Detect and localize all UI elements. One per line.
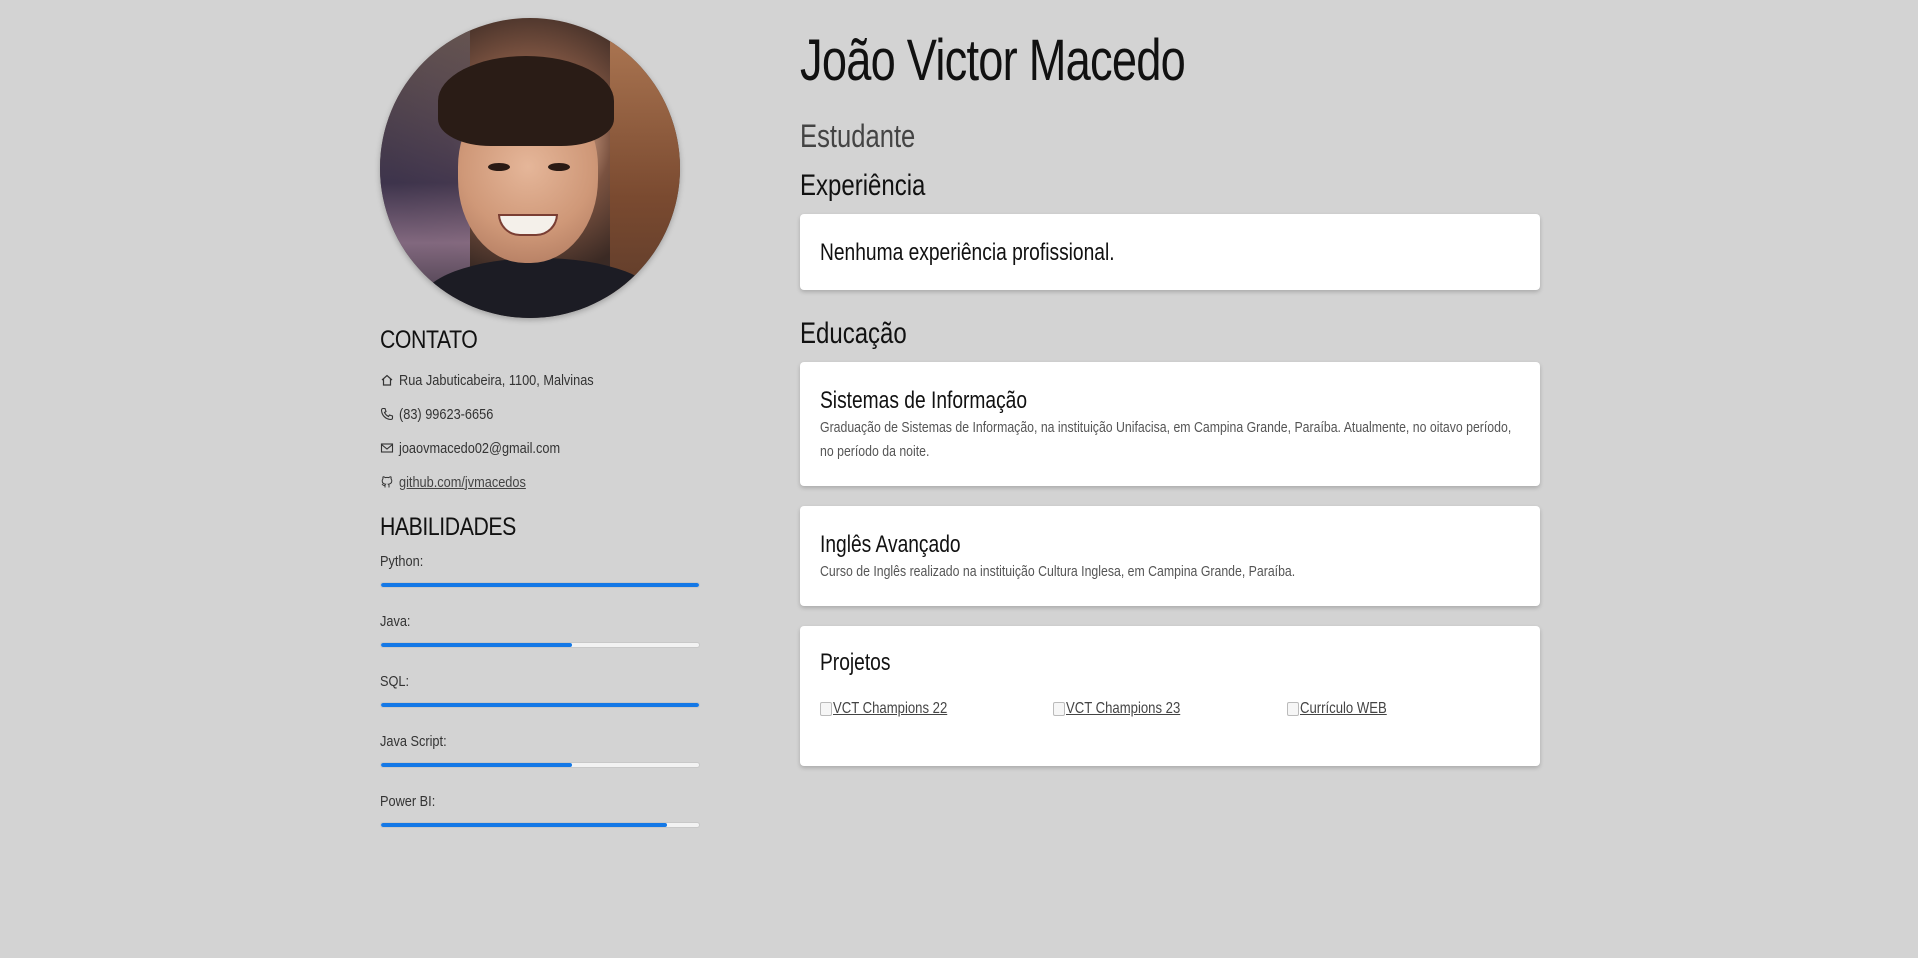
education-title: Educação — [800, 317, 907, 350]
projects-title: Projetos — [820, 649, 891, 676]
skills-list: Python: Java: SQL: Java Script: Power BI: — [380, 550, 700, 828]
contact-title: CONTATO — [380, 326, 478, 354]
skill-item: SQL: — [380, 670, 700, 708]
broken-image-icon — [820, 702, 832, 716]
skill-progress-bar — [380, 762, 700, 768]
experience-title: Experiência — [800, 169, 926, 202]
experience-card: Nenhuma experiência profissional. — [800, 214, 1540, 290]
email-text: joaovmacedo02@gmail.com — [399, 439, 561, 457]
projects-card: Projetos VCT Champions 22 VCT Champions … — [800, 626, 1540, 766]
resume-page: CONTATO Rua Jabuticabeira, 1100, Malvina… — [0, 0, 1918, 958]
skill-progress-bar — [380, 642, 700, 648]
skill-label: Python: — [380, 553, 424, 570]
skill-progress-bar — [380, 822, 700, 828]
profile-name: João Victor Macedo — [800, 28, 1186, 93]
phone-icon — [380, 407, 394, 421]
education-card-2: Inglês Avançado Curso de Inglês realizad… — [800, 506, 1540, 606]
contact-address: Rua Jabuticabeira, 1100, Malvinas — [380, 363, 700, 397]
skills-title: HABILIDADES — [380, 513, 516, 541]
skill-item: Python: — [380, 550, 700, 588]
project-link[interactable]: VCT Champions 23 — [1053, 700, 1286, 718]
skill-progress-bar — [380, 582, 700, 588]
github-icon — [380, 475, 394, 489]
project-link[interactable]: VCT Champions 22 — [820, 700, 1053, 718]
education-item-description: Curso de Inglês realizado na instituição… — [820, 563, 1296, 580]
address-text: Rua Jabuticabeira, 1100, Malvinas — [399, 371, 594, 389]
skill-label: Power BI: — [380, 793, 436, 810]
experience-text: Nenhuma experiência profissional. — [820, 239, 1115, 266]
education-item-title: Inglês Avançado — [820, 531, 961, 558]
skill-label: SQL: — [380, 673, 410, 690]
skill-progress-fill — [381, 583, 699, 587]
skill-progress-fill — [381, 763, 572, 767]
broken-image-icon — [1286, 702, 1299, 716]
phone-text: (83) 99623-6656 — [399, 405, 494, 423]
project-link[interactable]: Currículo WEB — [1286, 700, 1520, 718]
education-item-description: Graduação de Sistemas de Informação, na … — [820, 419, 1512, 460]
contact-github: github.com/jvmacedos — [380, 465, 700, 499]
broken-image-icon — [1053, 702, 1066, 716]
skill-progress-fill — [381, 643, 572, 647]
sidebar: CONTATO Rua Jabuticabeira, 1100, Malvina… — [380, 18, 700, 850]
profile-role: Estudante — [800, 118, 916, 154]
github-link[interactable]: github.com/jvmacedos — [399, 474, 526, 491]
projects-list: VCT Champions 22 VCT Champions 23 Curríc… — [820, 700, 1520, 718]
skill-progress-fill — [381, 703, 699, 707]
mail-icon — [380, 441, 394, 455]
skill-label: Java Script: — [380, 733, 447, 750]
main-content: João Victor Macedo Estudante Experiência… — [800, 20, 1540, 766]
education-card-1: Sistemas de Informação Graduação de Sist… — [800, 362, 1540, 486]
skill-item: Java Script: — [380, 730, 700, 768]
skill-progress-bar — [380, 702, 700, 708]
contact-phone: (83) 99623-6656 — [380, 397, 700, 431]
skill-label: Java: — [380, 613, 411, 630]
home-icon — [380, 373, 394, 387]
education-item-title: Sistemas de Informação — [820, 387, 1028, 414]
skill-item: Java: — [380, 610, 700, 648]
contact-email: joaovmacedo02@gmail.com — [380, 431, 700, 465]
skill-item: Power BI: — [380, 790, 700, 828]
profile-photo — [380, 18, 680, 318]
skill-progress-fill — [381, 823, 668, 827]
